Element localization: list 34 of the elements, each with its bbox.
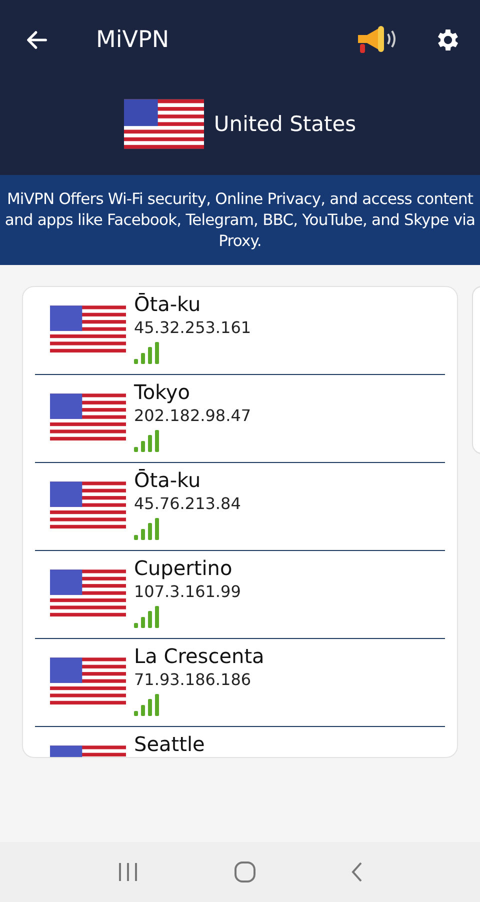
- signal-icon: [134, 694, 160, 716]
- flag-icon: [50, 393, 126, 441]
- banner-text: MiVPN Offers Wi-Fi security, Online Privacy, and access content and apps like Facebook, Telegram, BBC, YouTube, and Skype via Proxy.: [4, 188, 476, 252]
- server-ip: 71.93.186.186: [134, 669, 252, 691]
- server-item[interactable]: Ōta-ku 45.76.213.84: [35, 463, 445, 551]
- flag-icon: [124, 99, 204, 149]
- flag-icon: [50, 305, 126, 353]
- signal-icon: [134, 342, 160, 364]
- country-name: United States: [214, 112, 356, 136]
- server-city: Seattle: [134, 731, 205, 757]
- signal-icon: [134, 518, 160, 540]
- server-item[interactable]: Cupertino 107.3.161.99: [35, 551, 445, 639]
- signal-icon: [134, 430, 160, 452]
- recent-apps-icon[interactable]: [117, 862, 140, 882]
- server-ip: 45.76.213.84: [134, 493, 241, 515]
- server-city: Tokyo: [134, 379, 191, 405]
- flag-icon: [50, 481, 126, 529]
- server-city: Cupertino: [134, 555, 234, 581]
- flag-icon: [50, 569, 126, 617]
- server-item[interactable]: Ōta-ku 45.32.253.161: [35, 287, 445, 375]
- server-item[interactable]: La Crescenta 71.93.186.186: [35, 639, 445, 727]
- server-city: Ōta-ku: [134, 467, 202, 493]
- server-ip: 45.32.253.161: [134, 317, 252, 339]
- server-item[interactable]: Seattle: [35, 727, 445, 757]
- server-city: La Crescenta: [134, 643, 264, 669]
- server-city: Ōta-ku: [134, 291, 202, 317]
- server-item[interactable]: Tokyo 202.182.98.47: [35, 375, 445, 463]
- server-ip: 202.182.98.47: [134, 405, 252, 427]
- server-ip: 107.3.161.99: [134, 581, 241, 603]
- signal-icon: [134, 606, 160, 628]
- home-icon[interactable]: [234, 861, 256, 883]
- back-nav-icon[interactable]: [350, 861, 363, 883]
- flag-icon: [50, 657, 126, 705]
- app-title: MiVPN: [96, 27, 170, 53]
